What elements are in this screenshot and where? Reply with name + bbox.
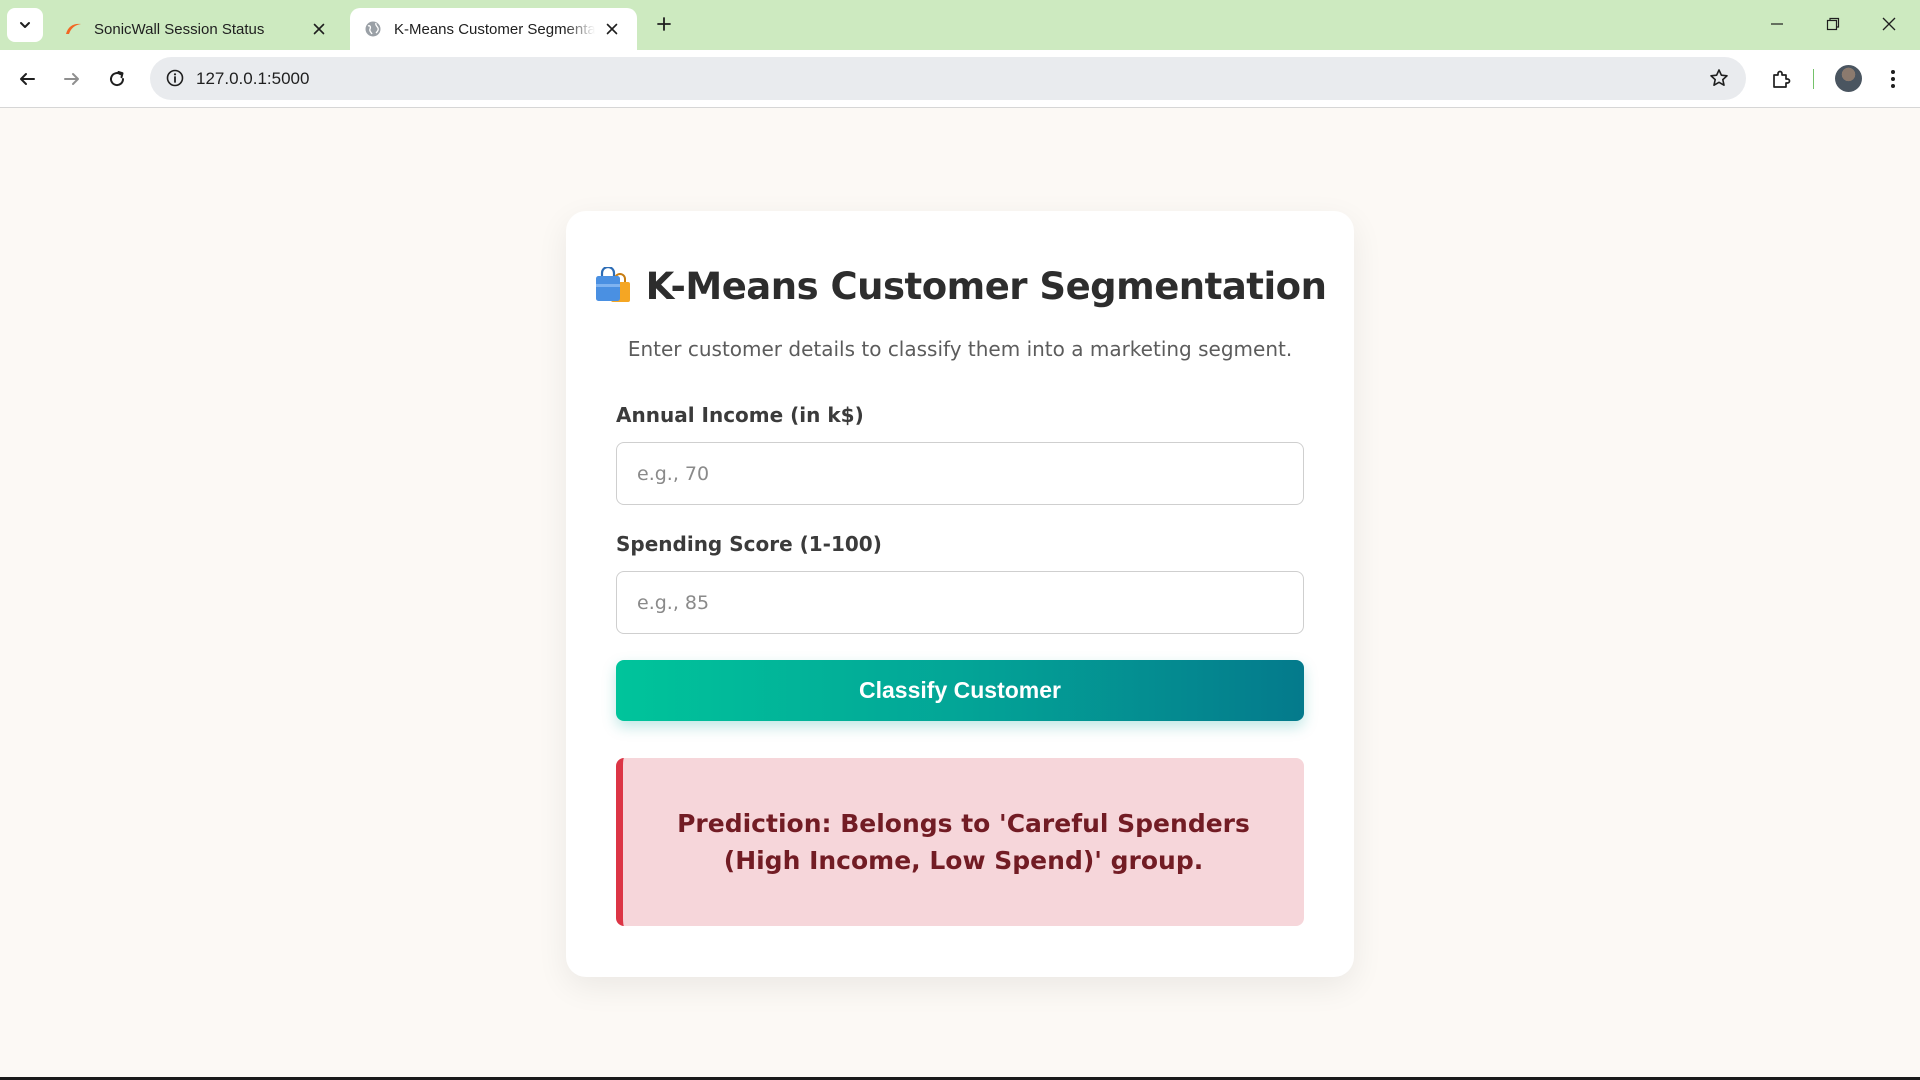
reload-button[interactable] [100, 62, 134, 96]
close-icon [1882, 17, 1896, 31]
puzzle-piece-icon [1773, 70, 1791, 88]
more-vertical-icon [1891, 70, 1895, 88]
tab-sonicwall[interactable]: SonicWall Session Status [50, 8, 344, 50]
page-title: K-Means Customer Segmentation [566, 265, 1354, 314]
reload-icon [110, 71, 125, 87]
forward-button[interactable] [55, 62, 89, 96]
back-button[interactable] [10, 62, 44, 96]
restore-button[interactable] [1810, 6, 1856, 42]
plus-icon [657, 17, 671, 31]
tab-kmeans[interactable]: K-Means Customer Segmentation [350, 8, 637, 50]
annual-income-input[interactable] [616, 442, 1304, 505]
annual-income-label: Annual Income (in k$) [616, 403, 864, 427]
spending-score-input[interactable] [616, 571, 1304, 634]
browser-tab-strip: SonicWall Session Status K-Means Custome… [0, 0, 1920, 50]
close-icon[interactable] [601, 18, 623, 40]
tab-title: SonicWall Session Status [94, 20, 265, 38]
chevron-down-icon [20, 22, 30, 28]
prediction-result-box: Prediction: Belongs to 'Careful Spenders… [616, 758, 1304, 926]
arrow-left-icon [20, 73, 35, 85]
address-url[interactable]: 127.0.0.1:5000 [196, 57, 309, 100]
site-info-icon[interactable] [160, 63, 190, 93]
toolbar-separator [1813, 69, 1814, 89]
bookmark-star-icon[interactable] [1704, 63, 1734, 93]
tab-search-button[interactable] [7, 8, 43, 42]
arrow-right-icon [64, 73, 79, 85]
minimize-button[interactable] [1754, 6, 1800, 42]
shopping-bags-icon [594, 265, 632, 314]
classify-customer-button[interactable]: Classify Customer [616, 660, 1304, 721]
sonicwall-swoosh-icon [64, 20, 82, 38]
extensions-button[interactable] [1764, 62, 1798, 96]
tab-title: K-Means Customer Segmentation [394, 20, 595, 38]
restore-icon [1826, 17, 1840, 31]
minimize-icon [1771, 23, 1783, 25]
spending-score-label: Spending Score (1-100) [616, 532, 882, 556]
page-subtitle: Enter customer details to classify them … [627, 337, 1293, 361]
globe-icon [364, 20, 382, 38]
browser-toolbar: 127.0.0.1:5000 [0, 50, 1920, 108]
browser-menu-button[interactable] [1876, 62, 1910, 96]
close-window-button[interactable] [1866, 6, 1912, 42]
close-icon[interactable] [308, 18, 330, 40]
page-title-text: K-Means Customer Segmentation [645, 265, 1327, 308]
address-bar[interactable]: 127.0.0.1:5000 [150, 57, 1746, 100]
profile-avatar[interactable] [1835, 65, 1862, 92]
prediction-result-text: Prediction: Belongs to 'Careful Spenders… [677, 809, 1250, 875]
segmentation-card: K-Means Customer Segmentation Enter cust… [566, 211, 1354, 977]
new-tab-button[interactable] [650, 10, 678, 38]
